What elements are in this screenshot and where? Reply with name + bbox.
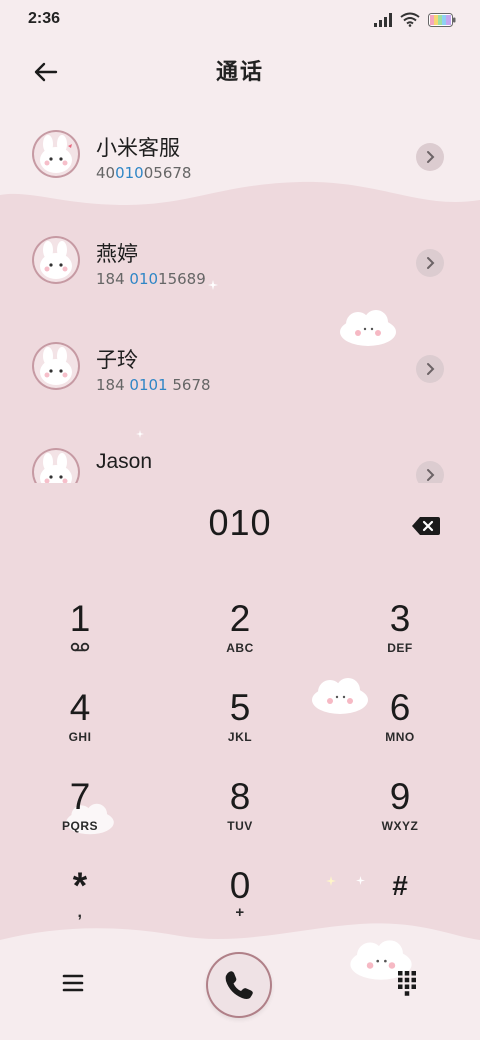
bunny-avatar-icon: [40, 241, 72, 279]
key-digit: 3: [389, 598, 411, 639]
signal-icon: [374, 12, 392, 27]
key-digit: 1: [69, 598, 91, 639]
dial-key-8[interactable]: 8 TUV: [175, 772, 305, 856]
dial-number-display[interactable]: 010: [0, 502, 480, 544]
number-match-highlight: 010: [115, 164, 144, 182]
voicemail-icon: [70, 642, 90, 652]
dial-key-3[interactable]: 3 DEF: [335, 594, 465, 678]
chevron-right-icon: [427, 257, 435, 269]
key-letters: PQRS: [61, 819, 98, 833]
contact-row[interactable]: Jason: [0, 423, 480, 483]
status-time: 2:36: [28, 10, 61, 27]
key-digit: 0: [229, 865, 251, 906]
contact-name: Jason: [96, 450, 153, 473]
phone-icon: [225, 971, 253, 999]
dial-key-6[interactable]: 6 MNO: [335, 683, 465, 767]
contact-name: 小米客服: [96, 136, 180, 160]
key-letters: +: [235, 904, 245, 921]
dial-key-7[interactable]: 7 PQRS: [15, 772, 145, 856]
contact-detail-button[interactable]: [416, 355, 444, 383]
status-bar: 2:36: [0, 0, 480, 44]
chevron-right-icon: [427, 151, 435, 163]
contact-number: 4001005678: [96, 164, 192, 182]
contact-row[interactable]: 子玲 184 0101 5678: [0, 317, 480, 423]
bunny-avatar-icon: [40, 347, 72, 385]
wifi-icon: [400, 12, 420, 27]
key-letters: JKL: [227, 730, 253, 744]
menu-icon: [62, 974, 84, 992]
status-icons: [374, 12, 456, 27]
key-letters: TUV: [227, 819, 253, 833]
contact-detail-button[interactable]: [416, 143, 444, 171]
avatar: [32, 130, 80, 178]
contact-list: 小米客服 4001005678 燕婷 184 01015689 子玲 184 0…: [0, 105, 480, 483]
key-letters: WXYZ: [381, 819, 419, 833]
menu-button[interactable]: [58, 968, 88, 998]
key-digit: #: [392, 870, 408, 901]
dial-key-hash[interactable]: #: [335, 861, 465, 945]
key-digit: *: [72, 865, 88, 906]
page-title: 通话: [215, 60, 264, 85]
avatar: [32, 342, 80, 390]
chevron-right-icon: [427, 363, 435, 375]
contact-number: 184 01015689: [96, 270, 206, 288]
key-letters: MNO: [385, 730, 415, 744]
backspace-button[interactable]: [410, 514, 442, 538]
backspace-icon: [412, 517, 440, 535]
contact-detail-button[interactable]: [416, 249, 444, 277]
key-digit: 5: [229, 687, 251, 728]
contact-name: 子玲: [96, 348, 138, 372]
key-letters: ,: [77, 904, 83, 921]
dialpad-icon: [398, 971, 416, 996]
dial-key-5[interactable]: 5 JKL: [175, 683, 305, 767]
key-digit: 7: [69, 776, 91, 817]
avatar: [32, 236, 80, 284]
call-button[interactable]: [206, 952, 272, 1018]
header: 通话: [0, 44, 480, 100]
battery-icon: [428, 12, 456, 27]
number-match-highlight: 010: [129, 270, 159, 288]
key-digit: 6: [389, 687, 411, 728]
key-letters: ABC: [226, 641, 254, 655]
number-match-highlight: 0101: [129, 376, 168, 394]
contact-detail-button[interactable]: [416, 461, 444, 483]
dial-key-9[interactable]: 9 WXYZ: [335, 772, 465, 856]
key-digit: 9: [389, 776, 411, 817]
avatar: [32, 448, 80, 483]
contact-number: 184 0101 5678: [96, 376, 211, 394]
key-digit: 8: [229, 776, 251, 817]
contact-row[interactable]: 小米客服 4001005678: [0, 105, 480, 211]
key-digit: 2: [229, 598, 251, 639]
key-letters: DEF: [387, 641, 413, 655]
dial-key-star[interactable]: * ,: [15, 861, 145, 945]
bunny-avatar-icon: [40, 453, 72, 483]
dial-key-0[interactable]: 0 +: [175, 861, 305, 945]
dial-key-1[interactable]: 1: [15, 594, 145, 678]
keypad-toggle-button[interactable]: [392, 968, 422, 998]
chevron-right-icon: [427, 469, 435, 481]
contact-name: 燕婷: [96, 242, 138, 266]
dial-key-2[interactable]: 2 ABC: [175, 594, 305, 678]
contact-row[interactable]: 燕婷 184 01015689: [0, 211, 480, 317]
key-letters: GHI: [68, 730, 92, 744]
key-letters: [15, 640, 145, 656]
dial-key-4[interactable]: 4 GHI: [15, 683, 145, 767]
bunny-avatar-icon: [40, 135, 72, 173]
key-digit: 4: [69, 687, 91, 728]
